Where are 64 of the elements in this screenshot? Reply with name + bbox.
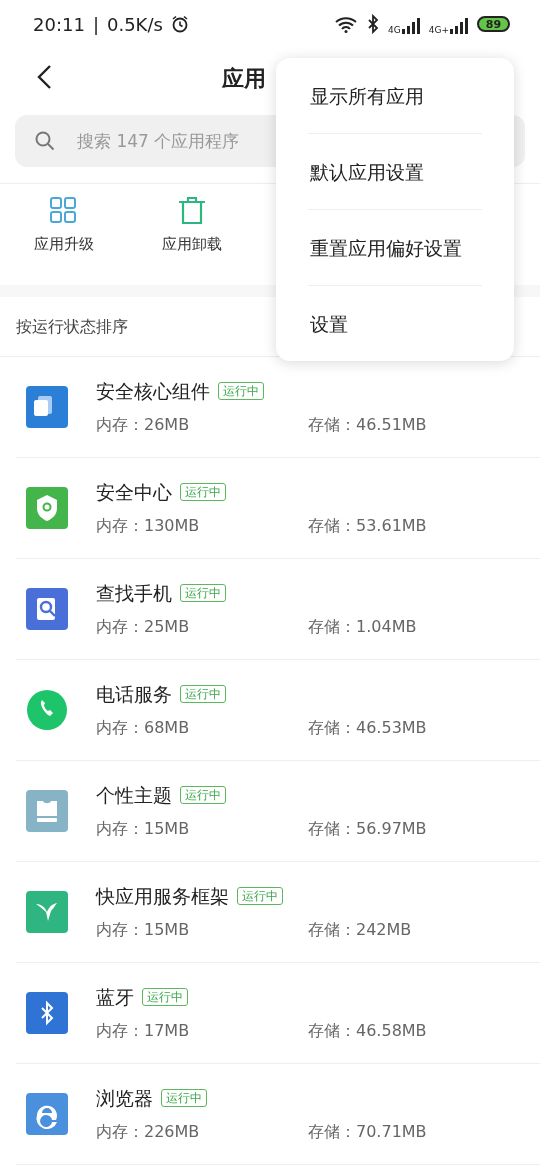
alarm-icon (170, 15, 189, 33)
toolbar-button[interactable]: 应用升级 (0, 196, 128, 285)
bluetooth-icon (366, 14, 381, 34)
storage-usage: 存储：242MB (308, 920, 412, 940)
grid-icon (50, 197, 78, 225)
memory-usage: 内存：130MB (96, 515, 201, 538)
memory-usage: 内存：68MB (96, 717, 191, 740)
app-row[interactable]: 蓝牙 运行中 内存：17MB 存储：46.58MB (16, 963, 540, 1064)
memory-usage: 内存：226MB (96, 1121, 201, 1144)
app-row[interactable]: 快应用服务框架 运行中 内存：15MB 存储：242MB (16, 862, 540, 963)
wifi-icon (334, 15, 359, 33)
app-name: 浏览器 (96, 1085, 153, 1111)
back-icon[interactable] (36, 64, 52, 90)
storage-usage: 存储：1.04MB (308, 617, 417, 637)
app-row[interactable]: 浏览器 运行中 内存：226MB 存储：70.71MB (16, 1064, 540, 1165)
memory-usage: 内存：25MB (96, 616, 191, 639)
clock-time: 20:11 (33, 12, 85, 37)
storage-usage: 存储：46.51MB (308, 415, 427, 435)
memory-usage: 内存：26MB (96, 414, 191, 437)
network-label: 4G (388, 26, 401, 35)
toolbar-button[interactable]: 应用卸载 (128, 196, 256, 285)
battery-level: 89 (477, 16, 510, 32)
network-speed: 0.5K/s (106, 12, 163, 37)
status-tag: 运行中 (237, 887, 283, 905)
app-name: 安全中心 (96, 479, 172, 505)
storage-usage: 存储：46.58MB (308, 1021, 427, 1041)
app-name: 安全核心组件 (96, 378, 210, 404)
memory-usage: 内存：15MB (96, 818, 191, 841)
app-name: 快应用服务框架 (96, 883, 229, 909)
page-title: 应用 (222, 65, 266, 93)
memory-usage: 内存：15MB (96, 919, 191, 942)
signal-icon (400, 17, 421, 35)
status-tag: 运行中 (180, 584, 226, 602)
bluetooth-app-icon (26, 992, 68, 1034)
phone-app-icon (26, 689, 68, 731)
sort-label[interactable]: 按运行状态排序 (16, 314, 128, 339)
network-label: 4G+ (428, 26, 449, 35)
status-tag: 运行中 (180, 483, 226, 501)
app-name: 查找手机 (96, 580, 172, 606)
trash-icon (178, 197, 206, 225)
square-app-icon (26, 386, 68, 428)
signal-icon (449, 17, 469, 35)
app-name: 电话服务 (96, 681, 172, 707)
status-tag: 运行中 (161, 1089, 207, 1107)
app-row[interactable]: 电话服务 运行中 内存：68MB 存储：46.53MB (16, 660, 540, 761)
app-name: 个性主题 (96, 782, 172, 808)
browser-app-icon (26, 1093, 68, 1135)
status-tag: 运行中 (218, 382, 264, 400)
storage-usage: 存储：70.71MB (308, 1122, 427, 1142)
app-row[interactable]: 安全中心 运行中 内存：130MB 存储：53.61MB (16, 458, 540, 559)
menu-item[interactable]: 重置应用偏好设置 (276, 210, 514, 285)
magnifier-app-icon (26, 588, 68, 630)
storage-usage: 存储：56.97MB (308, 819, 427, 839)
status-separator: | (92, 12, 99, 37)
storage-usage: 存储：46.53MB (308, 718, 427, 738)
status-tag: 运行中 (180, 685, 226, 703)
status-tag: 运行中 (180, 786, 226, 804)
app-name: 蓝牙 (96, 984, 134, 1010)
memory-usage: 内存：17MB (96, 1020, 191, 1043)
status-tag: 运行中 (142, 988, 188, 1006)
app-row[interactable]: 查找手机 运行中 内存：25MB 存储：1.04MB (16, 559, 540, 660)
storage-usage: 存储：53.61MB (308, 516, 427, 536)
app-row[interactable]: 个性主题 运行中 内存：15MB 存储：56.97MB (16, 761, 540, 862)
shield-app-icon (26, 487, 68, 529)
